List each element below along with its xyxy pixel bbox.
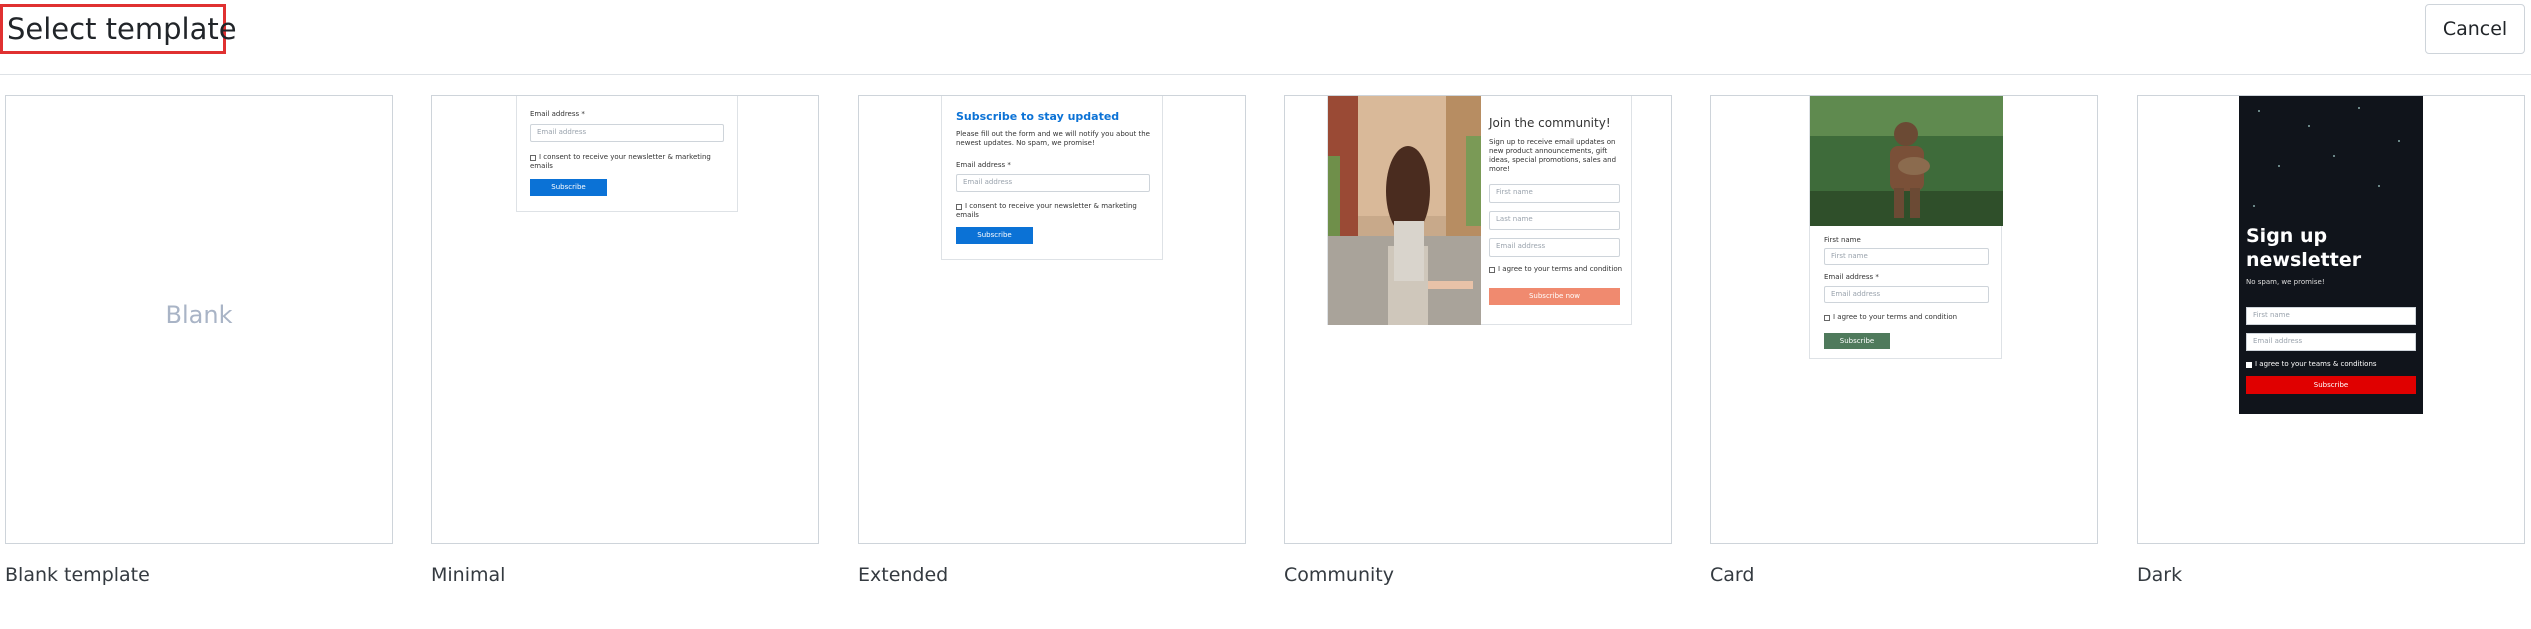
- email-label: Email address *: [530, 110, 585, 118]
- page-title: Select template: [0, 4, 237, 54]
- extended-form-preview: Subscribe to stay updated Please fill ou…: [941, 96, 1163, 260]
- header: Select template Cancel: [0, 0, 2531, 75]
- email-field: Email address: [2246, 333, 2416, 351]
- dark-intro: No spam, we promise!: [2246, 278, 2325, 286]
- terms-checkbox: [1489, 267, 1495, 273]
- subscribe-button: Subscribe: [2246, 376, 2416, 394]
- dark-heading: Sign up newsletter: [2246, 225, 2362, 271]
- extended-heading: Subscribe to stay updated: [956, 110, 1120, 123]
- dark-stars-background: [2253, 107, 2400, 207]
- template-label-extended[interactable]: Extended: [858, 564, 948, 586]
- community-form-preview: Join the community! Sign up to receive e…: [1327, 96, 1632, 325]
- email-field: Email address: [1824, 286, 1989, 303]
- consent-text: I consent to receive your newsletter & m…: [956, 202, 1137, 219]
- subscribe-button: Subscribe: [1824, 333, 1890, 349]
- first-name-field: First name: [1489, 184, 1620, 203]
- terms-text: I agree to your terms and condition: [1833, 313, 1958, 321]
- first-name-field: First name: [2246, 307, 2416, 325]
- template-label-minimal[interactable]: Minimal: [431, 564, 505, 586]
- template-card-blank[interactable]: Blank: [5, 95, 393, 544]
- template-label-dark[interactable]: Dark: [2137, 564, 2182, 586]
- terms-checkbox: [1824, 315, 1830, 321]
- template-card-minimal[interactable]: Email address * Email address I consent …: [431, 95, 819, 544]
- card-photo: [1810, 96, 2003, 226]
- subscribe-button: Subscribe: [956, 227, 1033, 244]
- template-label-community[interactable]: Community: [1284, 564, 1394, 586]
- terms-text: I agree to your terms and condition: [1498, 265, 1623, 273]
- email-label: Email address *: [1824, 273, 1879, 281]
- subscribe-button: Subscribe: [530, 179, 607, 196]
- template-card-extended[interactable]: Subscribe to stay updated Please fill ou…: [858, 95, 1246, 544]
- email-field: Email address: [956, 174, 1150, 192]
- dark-form-preview: Sign up newsletter No spam, we promise! …: [2239, 96, 2423, 414]
- template-card-card[interactable]: First name First name Email address * Em…: [1710, 95, 2098, 544]
- community-intro: Sign up to receive email updates on new …: [1489, 138, 1617, 173]
- consent-text: I consent to receive your newsletter & m…: [530, 153, 711, 170]
- email-field: Email address: [1489, 238, 1620, 257]
- template-card-dark[interactable]: Sign up newsletter No spam, we promise! …: [2137, 95, 2525, 544]
- last-name-field: Last name: [1489, 211, 1620, 230]
- card-form-preview: First name First name Email address * Em…: [1809, 96, 2003, 359]
- template-label-blank[interactable]: Blank template: [5, 564, 150, 586]
- extended-intro: Please fill out the form and we will not…: [956, 130, 1150, 147]
- minimal-form-preview: Email address * Email address I consent …: [516, 96, 738, 212]
- community-heading: Join the community!: [1489, 116, 1611, 130]
- terms-text: I agree to your teams & conditions: [2255, 360, 2377, 368]
- template-label-card[interactable]: Card: [1710, 564, 1754, 586]
- first-name-field: First name: [1824, 248, 1989, 265]
- template-card-community[interactable]: Join the community! Sign up to receive e…: [1284, 95, 1672, 544]
- cancel-button[interactable]: Cancel: [2425, 4, 2525, 54]
- subscribe-button: Subscribe now: [1489, 288, 1620, 305]
- community-photo: [1328, 96, 1481, 325]
- email-label: Email address *: [956, 161, 1011, 169]
- first-name-label: First name: [1824, 236, 1861, 244]
- email-field: Email address: [530, 124, 724, 142]
- terms-checkbox: [2246, 362, 2252, 368]
- blank-preview-text: Blank: [165, 301, 233, 329]
